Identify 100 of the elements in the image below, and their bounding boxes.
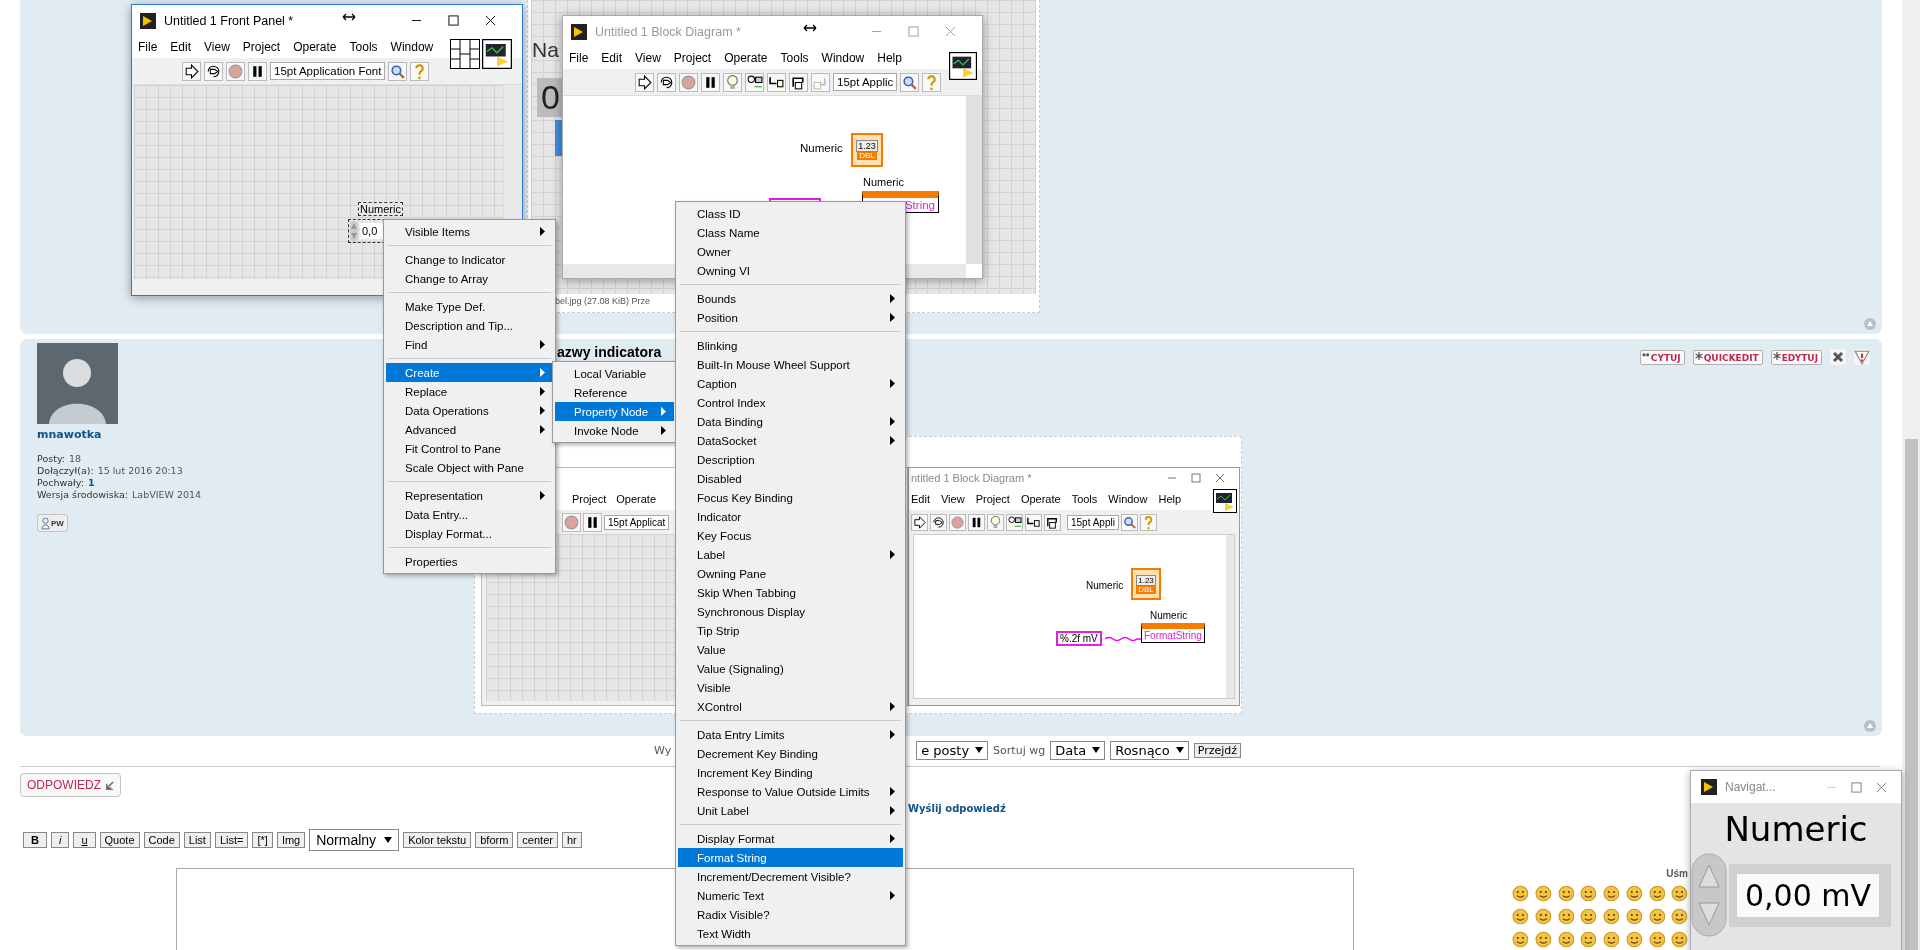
menu-item[interactable]: File [138, 40, 158, 54]
numeric-terminal[interactable]: 1.23 DBL [851, 133, 883, 167]
string-constant[interactable]: %.2f mV [1056, 631, 1102, 646]
menu-item[interactable]: Window [390, 40, 434, 54]
menu-item[interactable]: Format String [678, 848, 903, 867]
font-dropdown[interactable]: 15pt Applic [833, 73, 898, 91]
format-button[interactable]: Quote [99, 832, 140, 848]
smiley-icon[interactable] [1648, 885, 1666, 902]
menu-item[interactable]: Local Variable [555, 364, 674, 383]
smiley-icon[interactable] [1580, 908, 1597, 925]
format-button[interactable]: List [183, 832, 211, 848]
menu-item[interactable]: Advanced [386, 420, 553, 439]
format-button[interactable]: Code [143, 832, 180, 848]
menu-item[interactable]: Properties [386, 552, 553, 571]
format-button[interactable]: List= [214, 832, 249, 848]
scrollbar[interactable] [1226, 535, 1234, 698]
menu-item[interactable]: Visible Items [386, 222, 553, 241]
format-button[interactable]: B [23, 832, 47, 848]
menu-item[interactable]: Change to Indicator [386, 250, 553, 269]
menu-item[interactable]: Description [678, 450, 903, 469]
menu-item[interactable]: Display Format... [386, 524, 553, 543]
probe-icon[interactable] [1006, 513, 1023, 531]
menu-item[interactable]: Class ID [678, 204, 903, 223]
pause-icon[interactable] [968, 513, 985, 531]
menu-item[interactable]: Label [678, 545, 903, 564]
smiley-icon[interactable] [1603, 908, 1620, 925]
menu-item[interactable]: Skip When Tabbing [678, 583, 903, 602]
filter-dropdown[interactable]: e posty [916, 740, 989, 760]
page-scrollbar[interactable] [1902, 0, 1920, 950]
menu-item[interactable]: Increment Key Binding [678, 763, 903, 782]
smiley-icon[interactable] [1580, 885, 1597, 902]
menu-item[interactable]: Edit [170, 40, 192, 54]
smiley-icon[interactable] [1557, 931, 1575, 948]
menu-item[interactable]: Indicator [678, 507, 903, 526]
smiley-icon[interactable] [1603, 885, 1620, 902]
step-over-icon[interactable] [789, 72, 808, 92]
reply-button[interactable]: ODPOWIEDZ [20, 773, 121, 797]
pause-icon[interactable] [701, 72, 720, 92]
menu-item[interactable]: XControl [678, 697, 903, 716]
menu-item[interactable]: Text Width [678, 924, 903, 943]
pause-icon[interactable] [248, 61, 267, 81]
menu-item[interactable]: Project [673, 51, 712, 65]
menu-item[interactable]: Control Index [678, 393, 903, 412]
menu-item[interactable]: Caption [678, 374, 903, 393]
font-dropdown[interactable]: 15pt Appli [1067, 514, 1119, 530]
menu-item[interactable]: Reference [555, 383, 674, 402]
sort-dropdown[interactable]: Data [1050, 740, 1106, 760]
size-dropdown[interactable]: Normalny [309, 829, 400, 851]
menu-item[interactable]: View [635, 51, 661, 65]
run-arrow-icon[interactable] [635, 72, 654, 92]
step-into-icon[interactable] [767, 72, 786, 92]
menu-item[interactable]: File [569, 51, 589, 65]
order-dropdown[interactable]: Rosnąco [1110, 740, 1189, 760]
menu-item[interactable]: Decrement Key Binding [678, 744, 903, 763]
menu-item[interactable]: Make Type Def. [386, 297, 553, 316]
menu-item[interactable]: Fit Control to Pane [386, 439, 553, 458]
menu-item[interactable]: Project [572, 493, 607, 505]
menu-item[interactable]: Change to Array [386, 269, 553, 288]
menu-item[interactable]: Help [877, 51, 902, 65]
menu-item[interactable]: Invoke Node [555, 421, 674, 440]
menu-item[interactable]: Display Format [678, 829, 903, 848]
search-icon[interactable] [1120, 513, 1138, 531]
post-action-button[interactable]: QUICKEDIT [1692, 349, 1763, 365]
author-name[interactable]: mnawotka [37, 428, 102, 441]
smiley-icon[interactable] [1671, 908, 1688, 925]
menu-item[interactable]: View [940, 493, 965, 505]
smiley-icon[interactable] [1534, 931, 1552, 948]
pm-button[interactable]: PW [37, 514, 68, 532]
menu-item[interactable]: Replace [386, 382, 553, 401]
search-icon[interactable] [388, 61, 408, 81]
menu-item[interactable]: Property Node [555, 402, 674, 421]
menu-item[interactable]: Operate [1020, 493, 1061, 505]
vi-icon[interactable] [949, 52, 977, 80]
menu-item[interactable]: Description and Tip... [386, 316, 553, 335]
menu-item[interactable]: Visible [678, 678, 903, 697]
menu-item[interactable]: Focus Key Binding [678, 488, 903, 507]
smiley-icon[interactable] [1557, 885, 1575, 902]
menu-item[interactable]: Data Entry Limits [678, 725, 903, 744]
smiley-icon[interactable] [1625, 885, 1643, 902]
menu-item[interactable]: Value (Signaling) [678, 659, 903, 678]
go-button[interactable]: Przejdź [1193, 742, 1242, 758]
menu-item[interactable]: Window [1108, 493, 1148, 505]
menu-item[interactable]: Owner [678, 242, 903, 261]
format-button[interactable]: center [517, 832, 558, 848]
run-arrow-icon[interactable] [182, 61, 201, 81]
menu-item[interactable]: Window [821, 51, 865, 65]
menu-item[interactable]: Increment/Decrement Visible? [678, 867, 903, 886]
smiley-icon[interactable] [1512, 908, 1529, 925]
connector-pane-icon[interactable] [450, 39, 480, 69]
menu-item[interactable]: Operate [616, 493, 656, 505]
smiley-icon[interactable] [1534, 885, 1552, 902]
smiley-icon[interactable] [1512, 885, 1529, 902]
numeric-terminal[interactable]: 1.23 DBL [1131, 568, 1161, 600]
menu-item[interactable]: Blinking [678, 336, 903, 355]
smiley-icon[interactable] [1671, 885, 1688, 902]
menu-item[interactable]: Data Entry... [386, 505, 553, 524]
menu-item[interactable]: Tools [780, 51, 809, 65]
menu-item[interactable]: Owning VI [678, 261, 903, 280]
lightbulb-icon[interactable] [723, 72, 742, 92]
font-dropdown[interactable]: 15pt Application Font [270, 62, 386, 80]
